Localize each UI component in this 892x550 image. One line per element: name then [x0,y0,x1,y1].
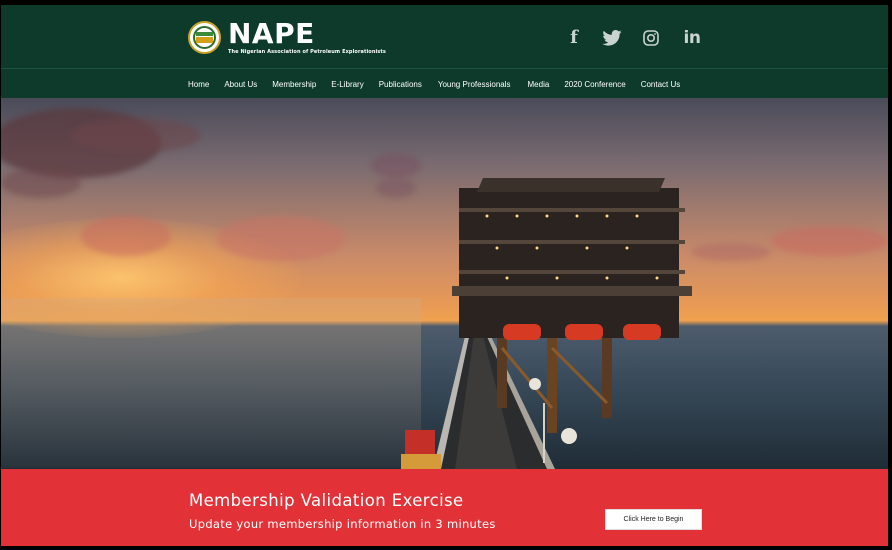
brand-text: NAPE The Nigerian Association of Petrole… [228,17,386,56]
nav-item-contact-us[interactable]: Contact Us [641,80,681,89]
membership-cta-banner: Membership Validation Exercise Update yo… [1,469,888,546]
nav-item-e-library[interactable]: E-Library [331,80,363,89]
cta-subtitle: Update your membership information in 3 … [189,517,496,531]
brand-subtitle: The Nigerian Association of Petroleum Ex… [228,49,386,55]
page-frame: NAPE The Nigerian Association of Petrole… [1,5,888,546]
nav-list: Home About Us Membership E-Library Publi… [188,69,680,99]
linkedin-icon[interactable]: in [682,28,702,48]
main-nav: Home About Us Membership E-Library Publi… [1,68,888,98]
nav-item-2020-conference[interactable]: 2020 Conference [564,80,625,89]
nav-item-about-us[interactable]: About Us [224,80,257,89]
instagram-icon[interactable] [642,29,660,46]
cta-title: Membership Validation Exercise [189,491,464,510]
site-header: NAPE The Nigerian Association of Petrole… [1,5,888,68]
site-logo[interactable]: NAPE The Nigerian Association of Petrole… [188,20,386,55]
nav-item-membership[interactable]: Membership [272,80,316,89]
nav-item-young-professionals[interactable]: Young Professionals [438,80,511,89]
brand-name: NAPE [228,17,315,50]
begin-validation-button[interactable]: Click Here to Begin [605,509,702,530]
nape-seal-icon [188,21,221,54]
nav-item-home[interactable]: Home [188,80,209,89]
nav-item-media[interactable]: Media [528,80,550,89]
nav-item-publications[interactable]: Publications [379,80,422,89]
twitter-icon[interactable] [601,29,623,46]
oil-rig-illustration [401,178,692,469]
hero-image [1,98,888,469]
facebook-icon[interactable]: f [567,27,581,48]
social-links: f in [567,27,702,48]
